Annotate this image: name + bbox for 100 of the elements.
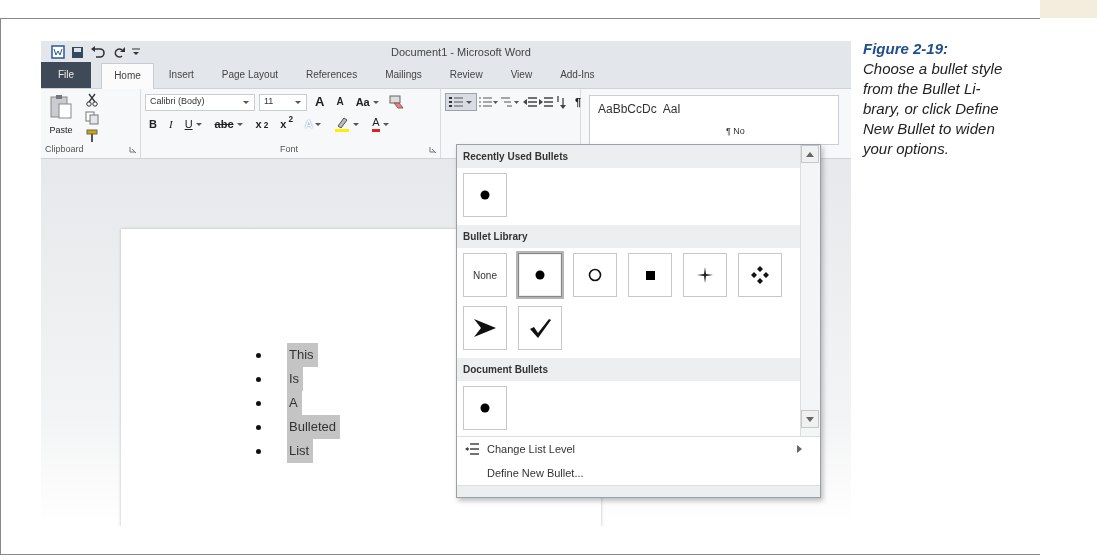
list-item-text: Bulleted: [287, 415, 340, 439]
text-effects-button[interactable]: A: [301, 115, 327, 133]
dialog-launcher-icon[interactable]: [129, 146, 136, 154]
bullet-list-icon: [449, 96, 463, 108]
list-item-text: A: [287, 391, 302, 415]
circle-bullet-icon: [588, 268, 602, 282]
caption-text: Choose a bullet style from the Bullet Li-brary, or click Define New Bullet to widen your options.: [863, 60, 1003, 157]
caret-icon: [294, 98, 302, 106]
bullet-icon: [256, 376, 261, 382]
save-icon[interactable]: [71, 45, 84, 59]
bullet-icon: [256, 448, 261, 454]
ribbon-tab[interactable]: Mailings: [372, 62, 435, 88]
customize-caret-icon[interactable]: [132, 46, 140, 58]
superscript-button[interactable]: x$^{2}$: [276, 115, 297, 133]
scroll-up-button[interactable]: [801, 145, 819, 163]
down-arrow-icon: [806, 416, 814, 422]
dot-bullet-icon: [480, 190, 490, 200]
diamonds-bullet-icon: [751, 266, 769, 284]
caret-icon: [314, 120, 323, 128]
ribbon-tab[interactable]: References: [293, 62, 371, 88]
font-color-button[interactable]: A: [368, 115, 394, 133]
section-heading: Document Bullets: [457, 358, 800, 381]
bullet-option[interactable]: [463, 386, 507, 430]
square-bullet-icon: [645, 270, 655, 280]
clipboard-icon: [49, 94, 73, 120]
bullet-icon: [256, 424, 261, 430]
bold-button[interactable]: B: [145, 115, 161, 133]
ribbon-tab[interactable]: View: [497, 62, 546, 88]
menu-item[interactable]: Define New Bullet...: [457, 461, 820, 485]
grow-font-button[interactable]: A: [311, 93, 329, 111]
font-size-field[interactable]: 11: [259, 93, 307, 111]
list-item-text: This: [287, 343, 318, 367]
bullet-option[interactable]: [738, 253, 782, 297]
resize-grip[interactable]: [457, 485, 820, 497]
section-heading: Recently Used Bullets: [457, 145, 800, 168]
style-name: ¶ No: [726, 125, 745, 139]
caret-icon: [352, 120, 361, 128]
bullet-option[interactable]: [573, 253, 617, 297]
caret-icon: [194, 120, 203, 128]
redo-icon[interactable]: [112, 46, 126, 58]
ribbon-tab[interactable]: Page Layout: [208, 62, 291, 88]
bullet-option[interactable]: [463, 173, 507, 217]
bullet-icon: [256, 400, 261, 406]
shrink-font-button[interactable]: A: [332, 93, 348, 111]
scroll-bar[interactable]: [800, 145, 820, 436]
bullet-option[interactable]: [518, 306, 562, 350]
bullet-option[interactable]: [518, 253, 562, 297]
bullet-option[interactable]: [628, 253, 672, 297]
caret-icon: [371, 98, 380, 106]
scroll-down-button[interactable]: [801, 410, 819, 428]
caret-icon: [381, 120, 390, 128]
italic-button[interactable]: I: [164, 115, 177, 133]
ribbon-tab[interactable]: Insert: [155, 62, 207, 88]
menu-item[interactable]: Change List Level: [457, 437, 820, 461]
font-name-field[interactable]: Calibri (Body): [145, 93, 255, 111]
section-heading: Bullet Library: [457, 225, 800, 248]
list-item-text: Is: [287, 367, 304, 391]
decrease-indent-icon[interactable]: [523, 96, 537, 108]
marker-icon: [334, 116, 351, 132]
bullet-icon: [256, 352, 261, 358]
ribbon-tab[interactable]: Add-Ins: [547, 62, 608, 88]
paste-button[interactable]: Paste: [45, 93, 77, 137]
arrow-bullet-icon: [474, 319, 496, 337]
dialog-launcher-icon[interactable]: [429, 145, 436, 153]
caret-icon: [235, 120, 244, 128]
multilevel-list-icon[interactable]: [501, 96, 521, 108]
up-arrow-icon: [806, 151, 814, 157]
submenu-arrow-icon: [797, 445, 802, 453]
sort-icon[interactable]: [555, 95, 569, 109]
list-item-text: List: [287, 439, 314, 463]
ribbon-tab[interactable]: Review: [436, 62, 496, 88]
style-sample[interactable]: AaI: [662, 100, 681, 120]
style-sample[interactable]: AaBbCcDc: [598, 100, 657, 120]
brush-icon[interactable]: [85, 129, 99, 143]
group-label: Clipboard: [45, 143, 84, 156]
scissors-icon[interactable]: [85, 93, 99, 107]
bullet-option[interactable]: None: [463, 253, 507, 297]
window-title: Document1 - Microsoft Word: [391, 44, 531, 60]
numbered-list-icon[interactable]: [479, 96, 499, 108]
show-marks-button[interactable]: ¶: [571, 93, 586, 111]
dot-bullet-icon: [535, 270, 545, 280]
subscript-button[interactable]: x$_{2}$: [251, 115, 273, 133]
strikethrough-button[interactable]: abc: [210, 115, 248, 133]
ribbon-tab[interactable]: File: [41, 62, 92, 88]
change-case-button[interactable]: Aa: [351, 93, 384, 111]
bullets-button[interactable]: [445, 93, 477, 111]
underline-button[interactable]: U: [180, 115, 207, 133]
style-gallery[interactable]: AaBbCcDc AaI ¶ No: [589, 95, 839, 145]
app-icon[interactable]: [51, 45, 65, 59]
bullet-option[interactable]: [463, 306, 507, 350]
undo-icon[interactable]: [90, 46, 106, 58]
check-bullet-icon: [529, 318, 551, 338]
dot-bullet-icon: [480, 403, 490, 413]
caret-icon: [242, 98, 250, 106]
clear-format-icon[interactable]: [387, 94, 404, 110]
increase-indent-icon[interactable]: [539, 96, 553, 108]
ribbon-tab[interactable]: Home: [101, 63, 154, 89]
group-label: Font: [280, 142, 298, 156]
list-level-icon: [465, 443, 479, 455]
caret-icon: [465, 98, 473, 106]
